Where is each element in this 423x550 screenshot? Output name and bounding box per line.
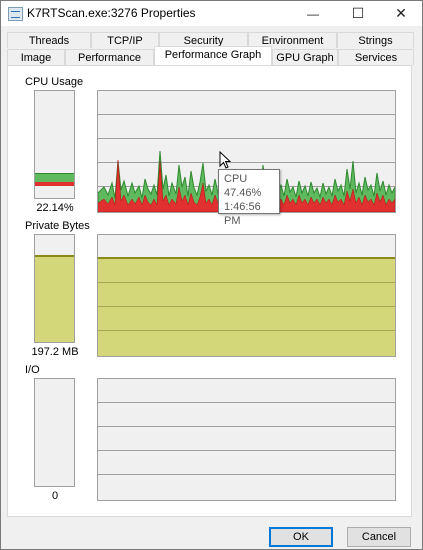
tab-performance-graph[interactable]: Performance Graph xyxy=(154,46,272,65)
ok-button[interactable]: OK xyxy=(269,527,333,547)
io-graph[interactable] xyxy=(97,378,396,501)
cancel-button[interactable]: Cancel xyxy=(347,527,411,547)
cpu-usage-meter xyxy=(34,90,75,199)
io-value: 0 xyxy=(51,490,59,502)
tab-image[interactable]: Image xyxy=(7,49,65,65)
mouse-pointer-icon xyxy=(219,151,231,169)
tab-threads[interactable]: Threads xyxy=(7,32,91,48)
tab-performance[interactable]: Performance xyxy=(65,49,154,65)
io-label: I/O xyxy=(25,364,40,376)
gridline xyxy=(98,426,395,427)
cpu-usage-label: CPU Usage xyxy=(25,76,84,88)
io-meter xyxy=(34,378,75,487)
gridline xyxy=(98,330,395,331)
gridline xyxy=(98,306,395,307)
tab-gpu-graph[interactable]: GPU Graph xyxy=(272,49,338,65)
cpu-meter-kernel-fill xyxy=(35,182,74,186)
cpu-usage-value: 22.14% xyxy=(36,202,74,214)
performance-graph-panel: CPU Usage 22.14% Private Bytes 197.2 MB xyxy=(7,65,412,517)
app-icon xyxy=(8,7,23,21)
private-bytes-meter xyxy=(34,234,75,343)
tooltip-time: 1:46:56 PM xyxy=(224,201,261,227)
properties-window: K7RTScan.exe:3276 Properties — ☐ ✕ Threa… xyxy=(0,0,423,550)
gridline xyxy=(98,402,395,403)
window-title: K7RTScan.exe:3276 Properties xyxy=(27,6,196,20)
maximize-icon: ☐ xyxy=(351,5,365,21)
tab-strings[interactable]: Strings xyxy=(337,32,414,48)
cpu-tooltip: CPU 47.46% 1:46:56 PM xyxy=(218,169,280,227)
tab-tcpip[interactable]: TCP/IP xyxy=(91,32,159,48)
tab-strip: Threads TCP/IP Security Environment Stri… xyxy=(7,32,414,66)
close-button[interactable]: ✕ xyxy=(379,1,423,26)
maximize-button[interactable]: ☐ xyxy=(336,1,380,26)
private-bytes-meter-fill xyxy=(35,255,74,342)
close-icon: ✕ xyxy=(395,5,407,21)
private-bytes-graph[interactable] xyxy=(97,234,396,357)
tooltip-title: CPU xyxy=(224,173,248,185)
gridline xyxy=(98,474,395,475)
private-bytes-value: 197.2 MB xyxy=(31,346,79,358)
cpu-meter-total-fill xyxy=(35,173,74,182)
gridline xyxy=(98,450,395,451)
private-bytes-label: Private Bytes xyxy=(25,220,90,232)
gridline xyxy=(98,282,395,283)
title-bar[interactable]: K7RTScan.exe:3276 Properties — ☐ ✕ xyxy=(1,1,422,26)
tab-services[interactable]: Services xyxy=(338,49,414,65)
minimize-button[interactable]: — xyxy=(291,1,335,26)
private-bytes-history-fill xyxy=(98,257,395,356)
tooltip-value: 47.46% xyxy=(224,187,262,199)
minimize-icon: — xyxy=(307,7,319,21)
